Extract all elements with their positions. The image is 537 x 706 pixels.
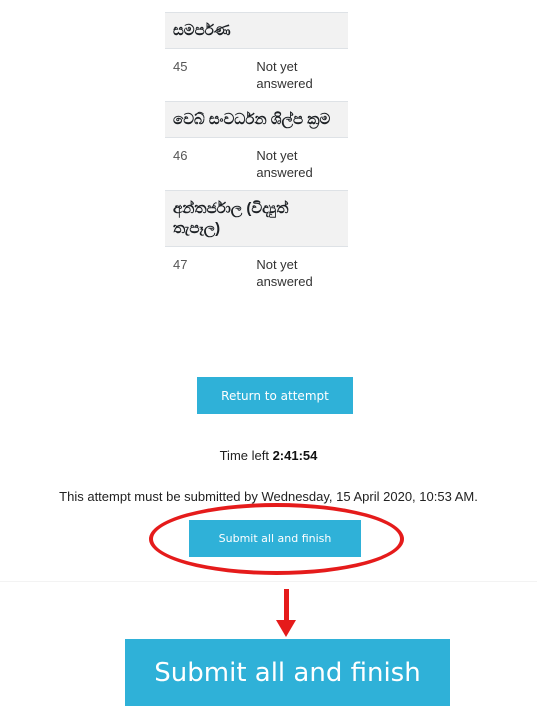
question-status: Not yet answered (256, 257, 313, 289)
question-status: Not yet answered (256, 148, 313, 180)
submit-all-and-finish-button[interactable]: Submit all and finish (189, 520, 361, 557)
time-left: Time left 2:41:54 (0, 448, 537, 463)
section-heading: සමර්පණ (165, 12, 348, 48)
question-row: 46 Not yet answered (165, 137, 348, 190)
section-heading: අන්තර්ජාල (විද්‍යුත් තැපෑල) (165, 190, 348, 246)
question-number: 45 (173, 59, 188, 74)
time-left-label: Time left (219, 448, 269, 463)
question-number: 46 (173, 148, 188, 163)
arrow-down-icon (284, 589, 289, 622)
section-heading: වෙබ් සංවර්ධන ශිල්ප ක්‍රම (165, 101, 348, 137)
question-row: 47 Not yet answered (165, 246, 348, 299)
attempt-summary-table: සමර්පණ 45 Not yet answered වෙබ් සංවර්ධන … (165, 12, 348, 299)
divider (0, 581, 537, 582)
submit-all-and-finish-zoomed-button[interactable]: Submit all and finish (125, 639, 450, 706)
arrow-head-icon (276, 620, 296, 637)
question-row: 45 Not yet answered (165, 48, 348, 101)
deadline-notice: This attempt must be submitted by Wednes… (59, 489, 478, 504)
time-left-value: 2:41:54 (272, 448, 318, 463)
question-number: 47 (173, 257, 188, 272)
question-status: Not yet answered (256, 59, 313, 91)
return-to-attempt-button[interactable]: Return to attempt (197, 377, 353, 414)
